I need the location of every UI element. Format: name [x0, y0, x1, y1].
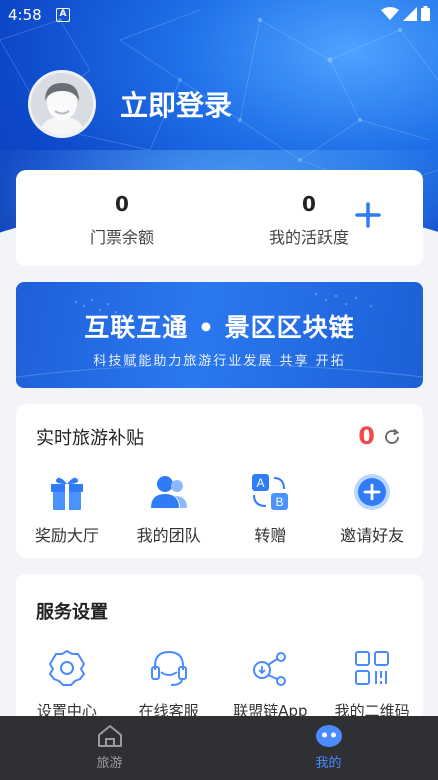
ticket-balance-label: 门票余额: [89, 228, 154, 247]
tab-travel-label: 旅游: [96, 756, 123, 771]
bottom-tab-bar: 旅游 我的: [0, 716, 438, 780]
balance-card: 0 门票余额 0 我的活跃度: [16, 170, 423, 266]
status-time: 4:58: [8, 6, 42, 24]
headset-icon: [150, 650, 187, 686]
settings-center-button[interactable]: 设置中心: [16, 648, 118, 721]
qrcode-icon: [355, 651, 390, 685]
transfer-button[interactable]: A B 转赠: [220, 472, 322, 546]
status-icons: [381, 6, 430, 21]
battery-icon: [421, 6, 430, 21]
services-card: 服务设置 设置中心 在线客服 联盟链App 我的二维码: [16, 574, 423, 734]
subsidy-title: 实时旅游补贴: [36, 428, 144, 449]
activity-level[interactable]: 0 我的活跃度: [261, 192, 357, 248]
tab-mine[interactable]: 我的: [219, 716, 438, 780]
home-icon: [97, 725, 122, 747]
login-button[interactable]: 立即登录: [120, 84, 232, 124]
banner-title: 互联互通 • 景区区块链: [84, 313, 355, 342]
tab-mine-label: 我的: [315, 756, 342, 771]
transfer-label: 转赠: [254, 526, 287, 545]
svg-text:B: B: [276, 495, 284, 509]
services-title: 服务设置: [36, 602, 108, 623]
plus-icon[interactable]: [353, 200, 383, 230]
activity-level-value: 0: [302, 192, 316, 216]
my-team-button[interactable]: 我的团队: [118, 472, 220, 546]
transfer-icon: A B: [252, 474, 289, 510]
wifi-icon: [381, 6, 399, 20]
my-qrcode-button[interactable]: 我的二维码: [321, 648, 423, 721]
avatar[interactable]: [28, 70, 96, 138]
svg-text:A: A: [257, 476, 265, 490]
profile-area: 立即登录: [28, 70, 232, 138]
subsidy-card: 实时旅游补贴 0 奖励大厅 我的团队 A B 转赠 邀请好友: [16, 404, 423, 558]
banner-subtitle: 科技赋能助力旅游行业发展 共享 开拓: [93, 354, 346, 369]
reward-hall-label: 奖励大厅: [34, 526, 99, 545]
activity-level-label: 我的活跃度: [268, 228, 349, 247]
promo-banner[interactable]: 互联互通 • 景区区块链 科技赋能助力旅游行业发展 共享 开拓: [16, 282, 423, 388]
refresh-icon[interactable]: [383, 428, 401, 446]
share-nodes-icon: [253, 652, 287, 686]
default-avatar-icon: [31, 73, 93, 135]
signal-icon: [403, 6, 417, 21]
subsidy-grid: 奖励大厅 我的团队 A B 转赠 邀请好友: [16, 472, 423, 546]
my-team-label: 我的团队: [136, 526, 201, 545]
services-grid: 设置中心 在线客服 联盟链App 我的二维码: [16, 648, 423, 721]
alliance-chain-app-button[interactable]: 联盟链App: [220, 648, 322, 721]
settings-icon: [48, 649, 86, 686]
notification-icon: A: [56, 8, 70, 22]
gift-icon: [50, 477, 83, 510]
reward-hall-button[interactable]: 奖励大厅: [16, 472, 118, 546]
ticket-balance-value: 0: [115, 192, 129, 216]
subsidy-count: 0: [358, 422, 375, 450]
team-icon: [150, 476, 187, 508]
status-bar: 4:58 A: [0, 0, 438, 30]
profile-face-icon: [315, 725, 342, 747]
invite-friends-button[interactable]: 邀请好友: [321, 472, 423, 546]
tab-travel[interactable]: 旅游: [0, 716, 219, 780]
ticket-balance[interactable]: 0 门票余额: [86, 192, 158, 248]
invite-icon: [354, 474, 391, 510]
invite-friends-label: 邀请好友: [340, 526, 405, 545]
online-service-button[interactable]: 在线客服: [118, 648, 220, 721]
